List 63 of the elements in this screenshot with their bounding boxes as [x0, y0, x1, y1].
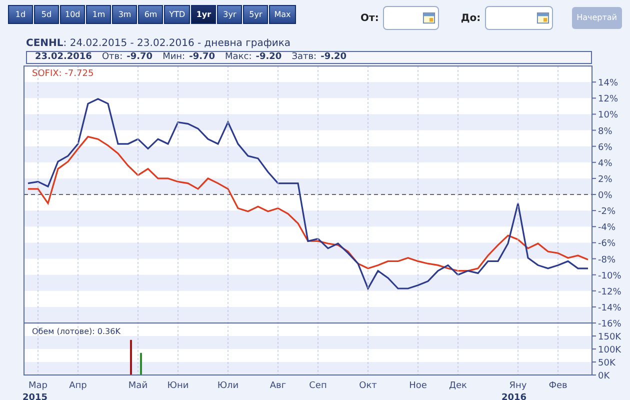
legend-text: SOFIX: -7.725 — [32, 69, 94, 79]
range-button[interactable]: 1d — [8, 5, 33, 24]
date-value: 23.02.2016 — [35, 52, 92, 63]
from-label: От: — [360, 12, 379, 26]
field-label: Макс: — [225, 52, 252, 63]
axis-label: -16% — [598, 320, 622, 330]
range-button[interactable]: 3m — [112, 5, 138, 24]
axis-label: 14% — [598, 78, 618, 89]
field-label: Отв: — [102, 52, 123, 63]
field-value: -9.70 — [126, 52, 153, 63]
month-label: Сеп — [309, 381, 327, 391]
axis-label: 100K — [598, 346, 622, 356]
month-label: Авг — [270, 381, 286, 391]
axis-label: -10% — [598, 271, 622, 282]
axis-label: 2% — [598, 174, 612, 185]
month-label: Ное — [409, 381, 427, 391]
chart-header: CENHL: 24.02.2015 - 23.02.2016 - дневна графика — [26, 38, 292, 50]
field-label: Мин: — [162, 52, 186, 63]
month-label: Яну — [509, 381, 527, 391]
month-label: Юли — [217, 381, 239, 391]
month-label: Дек — [449, 381, 467, 391]
field-value: -9.70 — [189, 52, 216, 63]
range-button[interactable]: 1yr — [191, 5, 216, 24]
range-button[interactable]: 5yr — [243, 5, 268, 24]
month-label: Юни — [167, 381, 189, 391]
range-button[interactable]: YTD — [164, 5, 190, 24]
month-label: Апр — [69, 381, 87, 391]
to-label: До: — [460, 12, 481, 26]
axis-label: 12% — [598, 94, 618, 105]
axis-label: -8% — [598, 255, 616, 266]
volume-title: Обем (лотове): 0.36K — [32, 327, 120, 336]
axis-label: 4% — [598, 158, 612, 169]
axis-label: 0% — [598, 191, 612, 201]
from-date-field[interactable] — [382, 6, 439, 30]
field-value: -9.20 — [320, 52, 347, 63]
axis-label: -2% — [598, 207, 616, 218]
axis-label: -12% — [598, 287, 622, 298]
axis-label: 0K — [598, 372, 610, 382]
year-label: 2016 — [501, 393, 527, 400]
range-button[interactable]: Max — [269, 5, 296, 24]
range-button[interactable]: 10d — [60, 5, 86, 24]
axis-label: 8% — [598, 126, 612, 137]
month-label: Окт — [359, 381, 377, 391]
year-label: 2015 — [22, 393, 48, 400]
field-label: Затв: — [292, 52, 317, 63]
calendar-icon[interactable] — [422, 12, 435, 24]
month-label: Май — [128, 381, 148, 391]
range-button[interactable]: 5d — [34, 5, 59, 24]
range-button[interactable]: 3yr — [217, 5, 242, 24]
month-label: Фев — [548, 381, 568, 391]
range-button[interactable]: 6m — [138, 5, 164, 24]
range-button[interactable]: 1m — [86, 5, 112, 24]
axis-label: 10% — [598, 110, 618, 121]
axis-label: 6% — [598, 142, 612, 153]
to-date-field[interactable] — [484, 6, 553, 30]
month-label: Мар — [28, 381, 48, 391]
axis-label: 50K — [598, 358, 616, 368]
axis-label: -14% — [598, 303, 622, 314]
axis-label: -6% — [598, 239, 616, 250]
calendar-icon[interactable] — [536, 12, 549, 24]
axis-label: 150K — [598, 332, 622, 342]
field-value: -9.20 — [256, 52, 282, 63]
axis-label: -4% — [598, 223, 616, 234]
